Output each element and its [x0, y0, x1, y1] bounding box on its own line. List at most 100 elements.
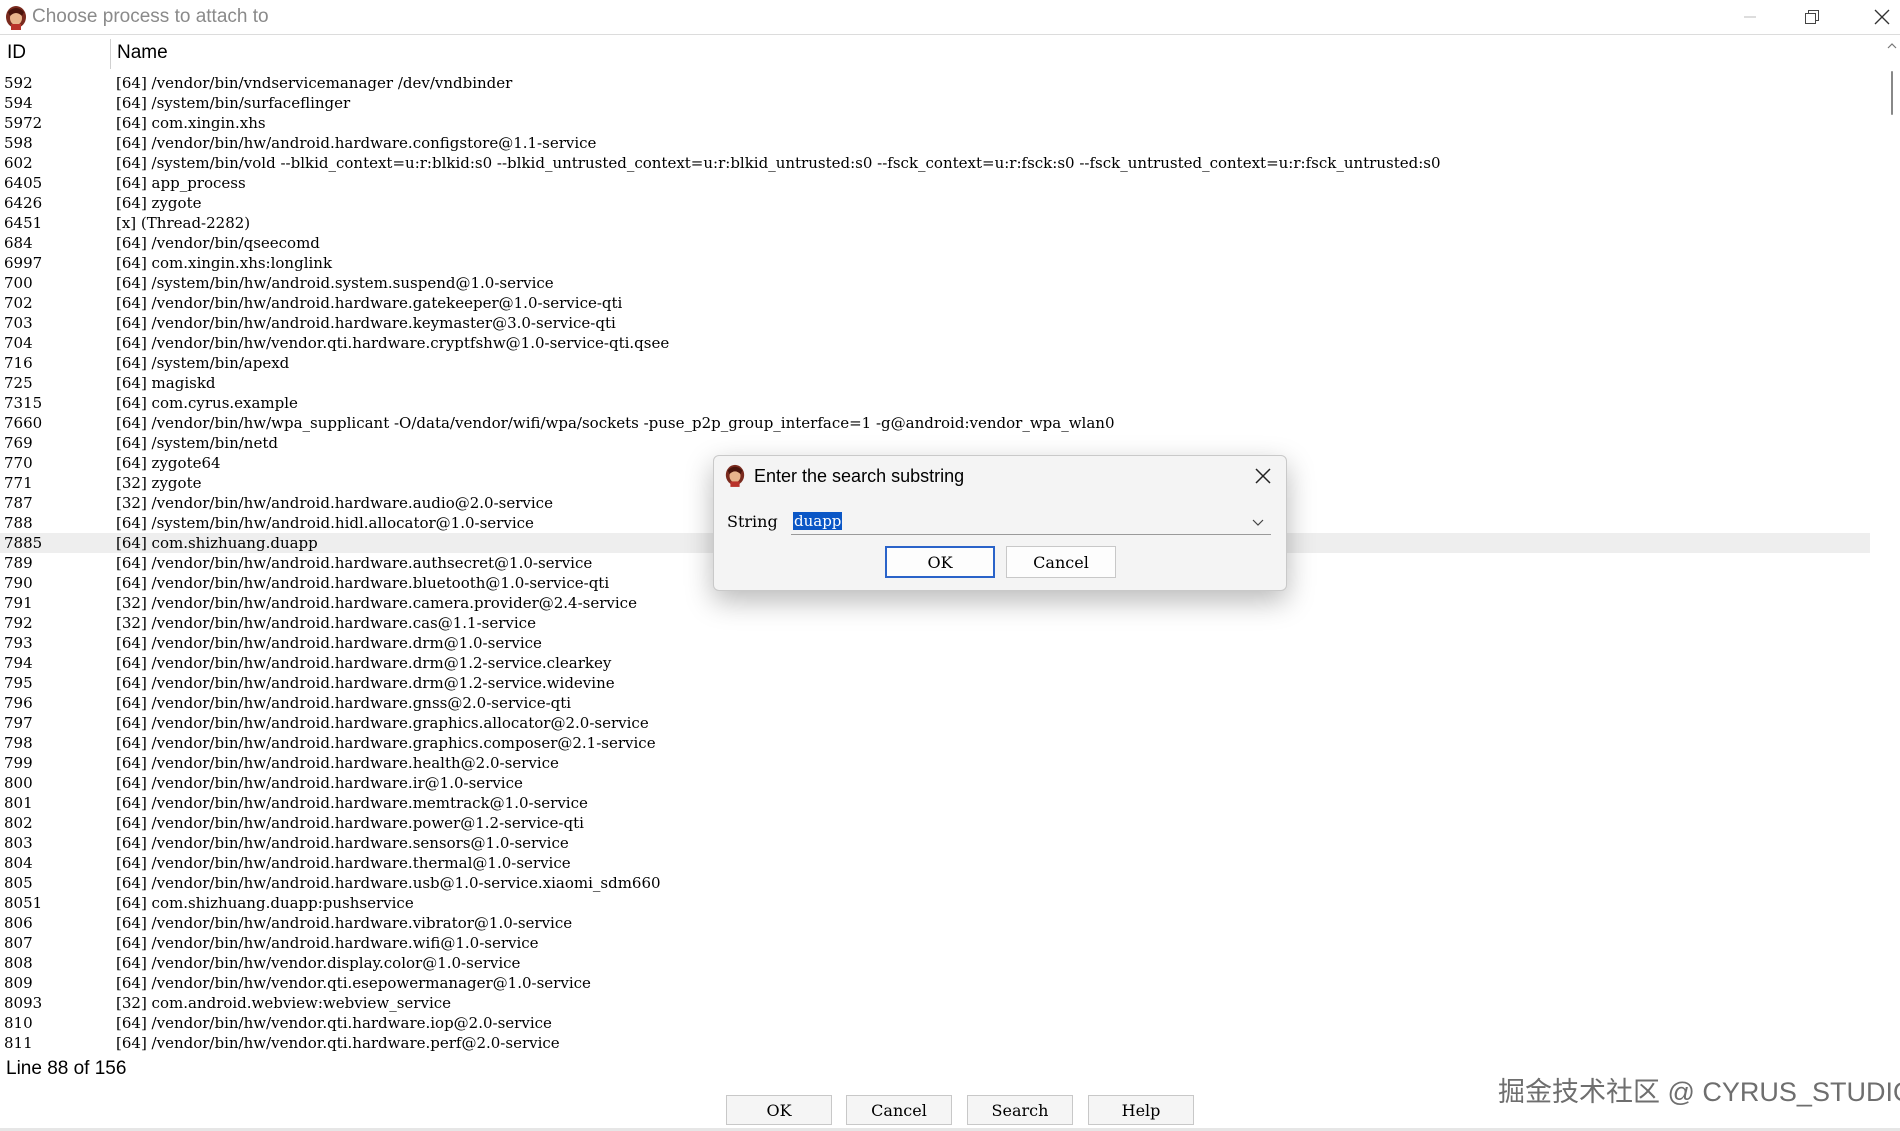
- table-row[interactable]: 6426 [64] zygote: [0, 193, 1870, 213]
- scroll-up-arrow-icon[interactable]: [1884, 39, 1900, 53]
- window-title: Choose process to attach to: [32, 6, 269, 27]
- table-row[interactable]: 808 [64] /vendor/bin/hw/vendor.display.co…: [0, 953, 1870, 973]
- process-id: 602: [4, 154, 33, 172]
- process-name: [64] /vendor/bin/hw/android.hardware.hea…: [116, 754, 559, 772]
- ok-button[interactable]: OK: [726, 1095, 832, 1125]
- table-row[interactable]: 6997 [64] com.xingin.xhs:longlink: [0, 253, 1870, 273]
- process-id: 797: [4, 714, 33, 732]
- table-row[interactable]: 592 [64] /vendor/bin/vndservicemanager /d…: [0, 73, 1870, 93]
- search-button[interactable]: Search: [967, 1095, 1073, 1125]
- table-row[interactable]: 703 [64] /vendor/bin/hw/android.hardware.…: [0, 313, 1870, 333]
- process-id: 788: [4, 514, 33, 532]
- process-name: [64] /vendor/bin/hw/android.hardware.gra…: [116, 714, 649, 732]
- table-row[interactable]: 810 [64] /vendor/bin/hw/vendor.qti.hardwa…: [0, 1013, 1870, 1033]
- table-row[interactable]: 800 [64] /vendor/bin/hw/android.hardware.…: [0, 773, 1870, 793]
- process-name: [64] /vendor/bin/hw/vendor.display.color…: [116, 954, 521, 972]
- table-row[interactable]: 803 [64] /vendor/bin/hw/android.hardware.…: [0, 833, 1870, 853]
- table-row[interactable]: 769 [64] /system/bin/netd: [0, 433, 1870, 453]
- process-name: [64] /vendor/bin/hw/android.hardware.key…: [116, 314, 616, 332]
- table-row[interactable]: 704 [64] /vendor/bin/hw/vendor.qti.hardwa…: [0, 333, 1870, 353]
- table-row[interactable]: 6405 [64] app_process: [0, 173, 1870, 193]
- column-header-id[interactable]: ID: [7, 42, 26, 64]
- process-name: [64] zygote64: [116, 454, 221, 472]
- column-header-name[interactable]: Name: [117, 42, 168, 64]
- process-id: 802: [4, 814, 33, 832]
- minimize-button[interactable]: [1720, 0, 1780, 34]
- table-row[interactable]: 806 [64] /vendor/bin/hw/android.hardware.…: [0, 913, 1870, 933]
- table-row[interactable]: 804 [64] /vendor/bin/hw/android.hardware.…: [0, 853, 1870, 873]
- process-name: [64] /vendor/bin/hw/android.hardware.wif…: [116, 934, 539, 952]
- table-row[interactable]: 795 [64] /vendor/bin/hw/android.hardware.…: [0, 673, 1870, 693]
- process-id: 6426: [4, 194, 43, 212]
- help-button[interactable]: Help: [1088, 1095, 1194, 1125]
- table-row[interactable]: 807 [64] /vendor/bin/hw/android.hardware.…: [0, 933, 1870, 953]
- table-row[interactable]: 5972 [64] com.xingin.xhs: [0, 113, 1870, 133]
- process-id: 804: [4, 854, 33, 872]
- process-name: [64] /vendor/bin/hw/android.hardware.ir@…: [116, 774, 523, 792]
- search-string-value[interactable]: duapp: [793, 512, 843, 530]
- table-row[interactable]: 8093 [32] com.android.webview:webview_ser…: [0, 993, 1870, 1013]
- table-row[interactable]: 802 [64] /vendor/bin/hw/android.hardware.…: [0, 813, 1870, 833]
- process-id: 792: [4, 614, 33, 632]
- table-row[interactable]: 809 [64] /vendor/bin/hw/vendor.qti.esepow…: [0, 973, 1870, 993]
- process-name: [64] com.cyrus.example: [116, 394, 298, 412]
- cancel-button[interactable]: Cancel: [846, 1095, 952, 1125]
- table-row[interactable]: 6451 [x] (Thread-2282): [0, 213, 1870, 233]
- process-id: 801: [4, 794, 33, 812]
- restore-button[interactable]: [1782, 0, 1842, 34]
- app-logo-icon: [4, 4, 28, 30]
- process-id: 798: [4, 734, 33, 752]
- process-id: 787: [4, 494, 33, 512]
- process-id: 811: [4, 1034, 33, 1052]
- table-row[interactable]: 702 [64] /vendor/bin/hw/android.hardware.…: [0, 293, 1870, 313]
- process-name: [32] /vendor/bin/hw/android.hardware.cam…: [116, 594, 637, 612]
- process-id: 703: [4, 314, 33, 332]
- table-row[interactable]: 700 [64] /system/bin/hw/android.system.su…: [0, 273, 1870, 293]
- process-id: 704: [4, 334, 33, 352]
- process-name: [64] /vendor/bin/hw/android.hardware.drm…: [116, 674, 615, 692]
- process-name: [64] /system/bin/hw/android.hidl.allocat…: [116, 514, 534, 532]
- scroll-thumb[interactable]: [1891, 71, 1893, 115]
- process-id: 716: [4, 354, 33, 372]
- table-row[interactable]: 792 [32] /vendor/bin/hw/android.hardware.…: [0, 613, 1870, 633]
- table-row[interactable]: 793 [64] /vendor/bin/hw/android.hardware.…: [0, 633, 1870, 653]
- process-name: [64] /vendor/bin/qseecomd: [116, 234, 320, 252]
- process-id: 769: [4, 434, 33, 452]
- dialog-close-button[interactable]: [1250, 464, 1276, 488]
- table-row[interactable]: 684 [64] /vendor/bin/qseecomd: [0, 233, 1870, 253]
- chevron-down-icon[interactable]: [1251, 515, 1265, 529]
- search-string-combobox[interactable]: duapp: [791, 509, 1271, 535]
- table-row[interactable]: 794 [64] /vendor/bin/hw/android.hardware.…: [0, 653, 1870, 673]
- process-name: [64] /vendor/bin/hw/vendor.qti.hardware.…: [116, 334, 670, 352]
- process-id: 592: [4, 74, 33, 92]
- dialog-cancel-button[interactable]: Cancel: [1006, 546, 1116, 578]
- table-row[interactable]: 725 [64] magiskd: [0, 373, 1870, 393]
- process-id: 771: [4, 474, 33, 492]
- column-divider[interactable]: [110, 39, 111, 69]
- process-id: 7885: [4, 534, 43, 552]
- table-row[interactable]: 716 [64] /system/bin/apexd: [0, 353, 1870, 373]
- table-row[interactable]: 797 [64] /vendor/bin/hw/android.hardware.…: [0, 713, 1870, 733]
- table-row[interactable]: 602 [64] /system/bin/vold --blkid_context…: [0, 153, 1870, 173]
- close-icon: [1874, 9, 1890, 25]
- table-row[interactable]: 805 [64] /vendor/bin/hw/android.hardware.…: [0, 873, 1870, 893]
- table-row[interactable]: 594 [64] /system/bin/surfaceflinger: [0, 93, 1870, 113]
- process-id: 7315: [4, 394, 43, 412]
- table-row[interactable]: 798 [64] /vendor/bin/hw/android.hardware.…: [0, 733, 1870, 753]
- process-id: 725: [4, 374, 33, 392]
- process-name: [64] /vendor/bin/hw/android.hardware.blu…: [116, 574, 610, 592]
- vertical-scrollbar[interactable]: [1884, 35, 1900, 1053]
- dialog-ok-button[interactable]: OK: [885, 546, 995, 578]
- table-row[interactable]: 801 [64] /vendor/bin/hw/android.hardware.…: [0, 793, 1870, 813]
- table-row[interactable]: 7660 [64] /vendor/bin/hw/wpa_supplicant -…: [0, 413, 1870, 433]
- close-window-button[interactable]: [1852, 0, 1900, 34]
- table-row[interactable]: 7315 [64] com.cyrus.example: [0, 393, 1870, 413]
- table-row[interactable]: 811 [64] /vendor/bin/hw/vendor.qti.hardwa…: [0, 1033, 1870, 1053]
- table-row[interactable]: 8051 [64] com.shizhuang.duapp:pushservice: [0, 893, 1870, 913]
- table-row[interactable]: 598 [64] /vendor/bin/hw/android.hardware.…: [0, 133, 1870, 153]
- process-id: 791: [4, 594, 33, 612]
- table-row[interactable]: 799 [64] /vendor/bin/hw/android.hardware.…: [0, 753, 1870, 773]
- close-icon: [1255, 468, 1271, 484]
- table-row[interactable]: 791 [32] /vendor/bin/hw/android.hardware.…: [0, 593, 1870, 613]
- table-row[interactable]: 796 [64] /vendor/bin/hw/android.hardware.…: [0, 693, 1870, 713]
